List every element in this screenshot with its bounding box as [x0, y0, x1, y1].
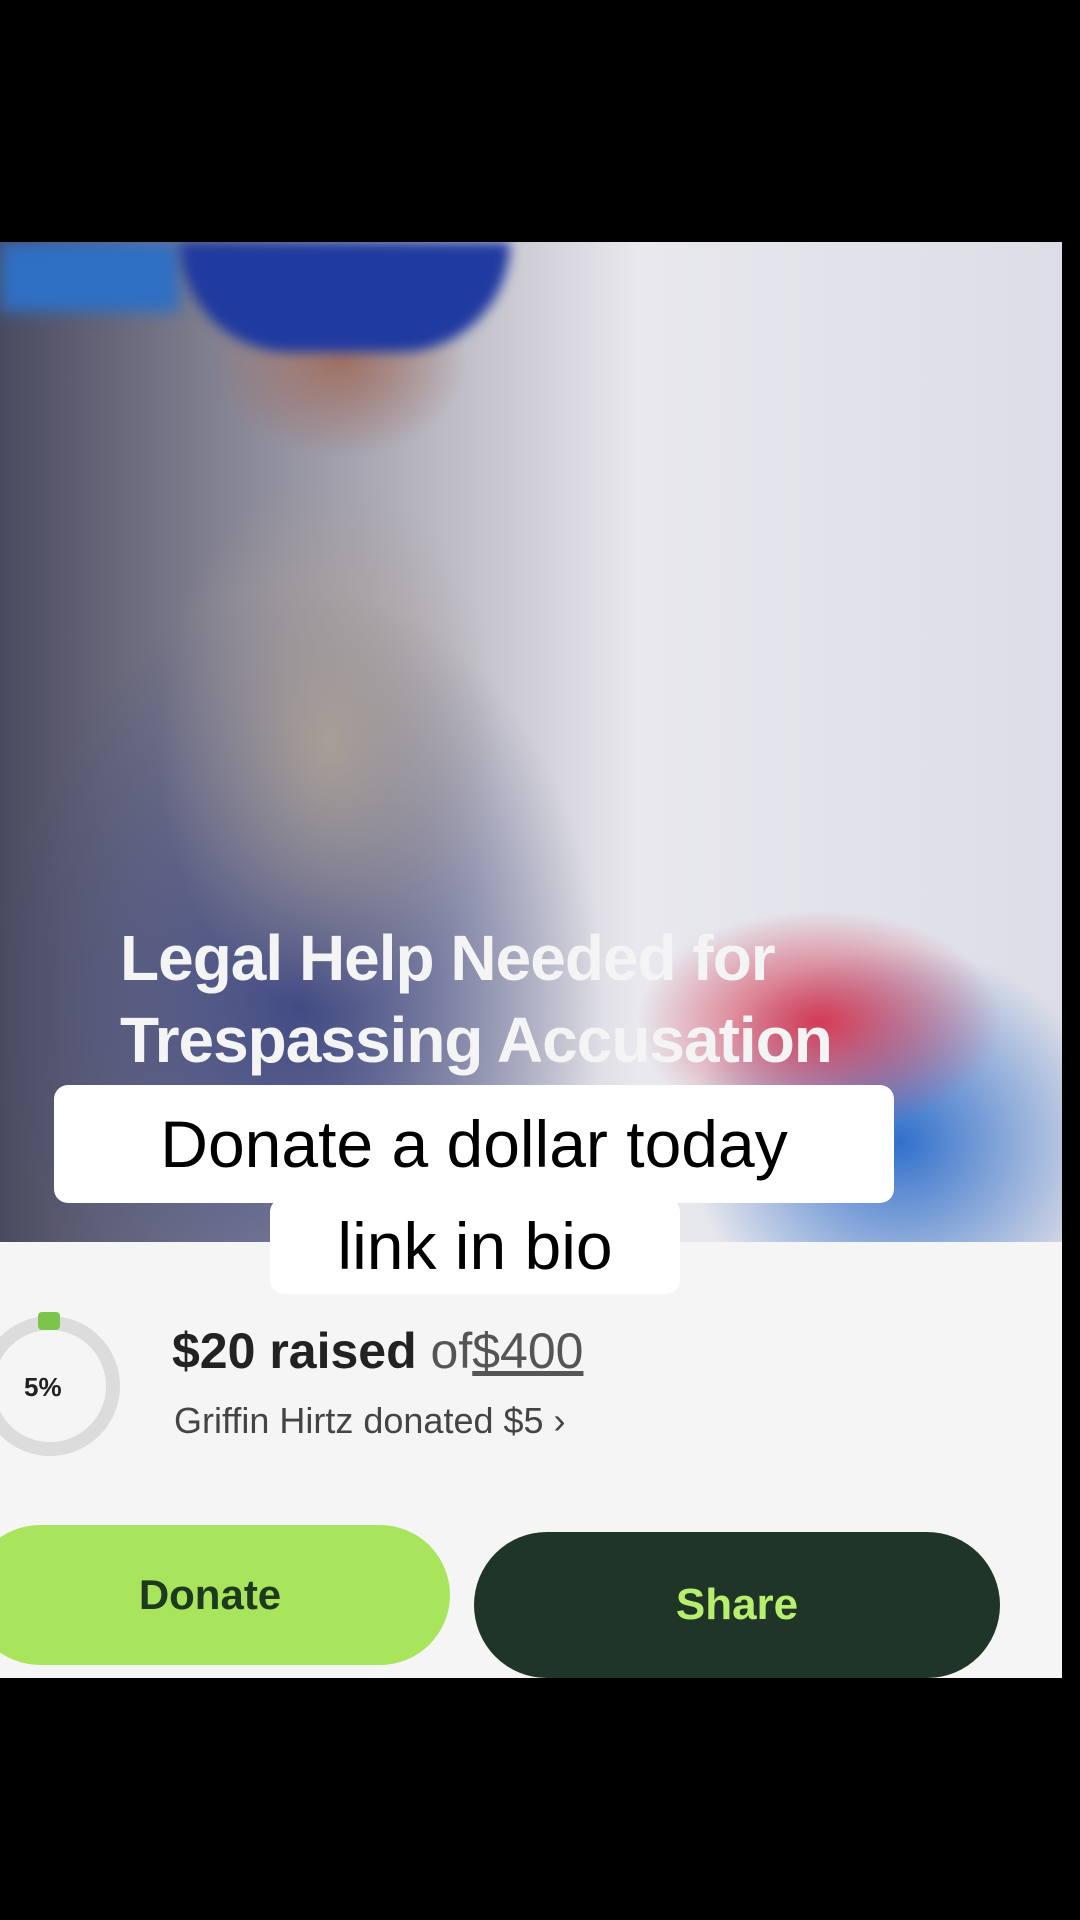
caption-line-1: Donate a dollar today	[54, 1085, 894, 1203]
fundraiser-screen: Legal Help Needed for Trespassing Accusa…	[0, 242, 1062, 1678]
fundraiser-title: Legal Help Needed for Trespassing Accusa…	[120, 917, 920, 1081]
raised-summary: $20 raised of$400	[172, 1322, 583, 1380]
recent-donation-link[interactable]: Griffin Hirtz donated $5 ›	[174, 1400, 566, 1442]
raised-of: of	[430, 1323, 473, 1379]
share-button[interactable]: Share	[474, 1532, 1000, 1678]
raised-amount: $20 raised	[172, 1323, 417, 1379]
video-frame: Legal Help Needed for Trespassing Accusa…	[0, 0, 1080, 1920]
photo-background-band	[0, 242, 180, 312]
progress-ring-fill	[38, 1312, 60, 1330]
progress-percent: 5%	[24, 1372, 62, 1402]
photo-hat-shape	[180, 242, 510, 352]
fundraiser-title-line1: Legal Help Needed for	[120, 922, 776, 994]
donate-button[interactable]: Donate	[0, 1525, 450, 1665]
fundraiser-card: 5% $20 raised of$400 Griffin Hirtz donat…	[0, 1242, 1062, 1678]
donate-button-label: Donate	[138, 1571, 282, 1618]
goal-amount[interactable]: $400	[472, 1323, 583, 1379]
caption-line-2: link in bio	[270, 1198, 680, 1294]
recent-donation-text: Griffin Hirtz donated $5	[174, 1400, 544, 1441]
share-button-label: Share	[675, 1580, 799, 1629]
fundraiser-title-line2: Trespassing Accusation	[120, 1004, 833, 1076]
chevron-right-icon: ›	[553, 1400, 566, 1441]
